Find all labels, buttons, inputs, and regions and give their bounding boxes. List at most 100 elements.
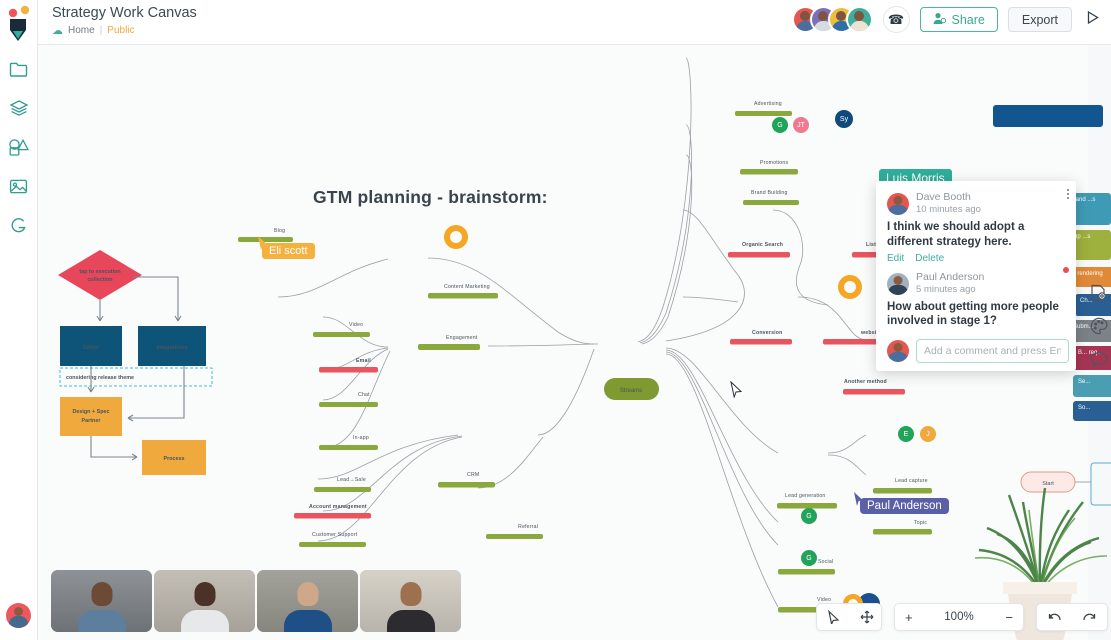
node-promotions-label: Promotions <box>760 160 788 166</box>
node-account-management[interactable] <box>294 513 371 519</box>
node-in-app-label: In-app <box>353 435 369 441</box>
call-button[interactable]: ☎ <box>882 6 910 33</box>
right-icon-column <box>1089 283 1108 368</box>
video-tile-participant-1[interactable] <box>51 570 152 632</box>
breadcrumb-separator: | <box>99 25 103 36</box>
shapes-icon[interactable] <box>8 136 30 158</box>
tool-group-zoom: + 100% − <box>894 603 1024 631</box>
palette-icon[interactable] <box>1089 316 1108 335</box>
node-email[interactable] <box>319 367 378 373</box>
node-social[interactable] <box>778 569 835 575</box>
node-website[interactable] <box>823 339 883 345</box>
node-promotions[interactable] <box>740 169 798 175</box>
video-tile-participant-2[interactable] <box>154 570 255 632</box>
comment-input[interactable] <box>916 339 1069 363</box>
right-card-7[interactable]: Se... <box>1073 375 1111 397</box>
node-in-app[interactable] <box>319 445 378 450</box>
avatar <box>887 193 909 215</box>
breadcrumb-home[interactable]: Home <box>68 25 95 36</box>
flowchart-decision-label-1: tap to execution <box>79 269 120 275</box>
right-card-8[interactable]: So... <box>1073 401 1111 421</box>
comment-edit-button[interactable]: Edit <box>887 253 904 264</box>
node-topic[interactable] <box>873 529 932 535</box>
more-vertical-icon[interactable] <box>1067 189 1069 201</box>
share-label: Share <box>951 12 985 27</box>
video-tile-strip <box>51 570 461 632</box>
node-email-label: Email <box>356 358 371 364</box>
settings-file-icon[interactable] <box>1089 283 1108 302</box>
breadcrumb: ☁ Home | Public <box>52 24 135 37</box>
share-button[interactable]: Share <box>919 7 998 32</box>
tool-group-select <box>816 603 882 631</box>
chip-jt-promotions[interactable]: JT <box>793 117 809 133</box>
comment-item: Dave Booth 10 minutes ago I think we sho… <box>887 191 1065 264</box>
flowchart-box-design[interactable] <box>60 397 122 436</box>
node-lead-to-sale[interactable] <box>314 487 371 492</box>
comment-author: Dave Booth <box>916 191 971 203</box>
app-logo <box>2 4 36 44</box>
cursor-arrow-icon[interactable] <box>817 604 850 630</box>
zoom-out-button[interactable]: − <box>995 604 1023 630</box>
node-lead-capture[interactable] <box>873 488 932 494</box>
node-customer-support-label: Customer Support <box>312 532 358 538</box>
grammarly-g-icon[interactable] <box>8 214 30 236</box>
right-card-0[interactable] <box>993 105 1103 127</box>
export-button[interactable]: Export <box>1007 7 1072 32</box>
node-brand-building-label: Brand Building <box>751 190 788 196</box>
chip-sy-user[interactable]: Sy <box>835 110 853 128</box>
node-crm-label: CRM <box>467 472 479 478</box>
marker-donut-website[interactable] <box>838 275 862 299</box>
chip-g-video[interactable]: G <box>801 550 817 566</box>
node-advertising[interactable] <box>735 111 792 116</box>
zoom-level: 100% <box>944 611 974 623</box>
breadcrumb-public[interactable]: Public <box>107 25 134 36</box>
layers-icon[interactable] <box>8 97 30 119</box>
chip-e-lead-capture[interactable]: E <box>898 426 914 442</box>
comment-body: I think we should adopt a different stra… <box>887 221 1025 248</box>
comment-popup[interactable]: Dave Booth 10 minutes ago I think we sho… <box>876 181 1076 371</box>
collaborator-avatars[interactable] <box>791 6 873 33</box>
video-tile-participant-4[interactable] <box>360 570 461 632</box>
cursor-tag-paul-anderson: Paul Anderson <box>860 498 949 514</box>
undo-arrow-icon[interactable] <box>1037 604 1072 630</box>
image-icon[interactable] <box>8 175 30 197</box>
node-start-target[interactable] <box>1090 462 1111 506</box>
phone-icon: ☎ <box>887 11 905 27</box>
present-button[interactable] <box>1082 10 1103 29</box>
current-user-avatar[interactable] <box>6 603 31 628</box>
node-referral[interactable] <box>486 534 543 539</box>
zoom-in-button[interactable]: + <box>895 604 923 630</box>
comment-time: 5 minutes ago <box>916 283 976 295</box>
node-video-left[interactable] <box>313 332 370 337</box>
avatar[interactable] <box>845 6 873 33</box>
comment-delete-button[interactable]: Delete <box>915 253 944 264</box>
node-chat[interactable] <box>319 402 378 407</box>
board-canvas[interactable]: GTM planning - brainstorm: Blog Content … <box>38 45 1111 640</box>
marker-donut-content-marketing[interactable] <box>444 225 468 249</box>
comment-item: Paul Anderson 5 minutes ago How about ge… <box>887 271 1065 330</box>
redo-arrow-icon[interactable] <box>1072 604 1107 630</box>
node-crm[interactable] <box>438 482 495 488</box>
flowchart-decision[interactable] <box>58 250 142 300</box>
video-tile-participant-3[interactable] <box>257 570 358 632</box>
chip-j-lead-capture[interactable]: J <box>920 426 936 442</box>
chip-g-social[interactable]: G <box>801 508 817 524</box>
cloud-icon: ☁ <box>52 25 63 37</box>
node-customer-support[interactable] <box>299 542 366 547</box>
node-content-marketing[interactable] <box>428 293 498 299</box>
comment-bubble-icon[interactable] <box>1089 349 1108 368</box>
node-another-method-label: Another method <box>844 379 887 385</box>
node-lead-generation-label: Lead generation <box>785 493 826 499</box>
node-organic-search[interactable] <box>728 252 790 258</box>
flowchart-process-label: Process <box>164 456 185 462</box>
node-conversion[interactable] <box>730 339 792 345</box>
avatar <box>887 272 909 295</box>
node-brand-building[interactable] <box>743 200 799 205</box>
node-engagement[interactable] <box>418 344 480 350</box>
move-icon[interactable] <box>850 604 884 630</box>
node-another-method[interactable] <box>843 389 905 395</box>
folder-icon[interactable] <box>8 58 30 80</box>
node-engagement-label: Engagement <box>446 335 478 341</box>
chip-g-promotions[interactable]: G <box>772 117 788 133</box>
node-lead-to-sale-label: Lead→Sale <box>337 477 366 483</box>
